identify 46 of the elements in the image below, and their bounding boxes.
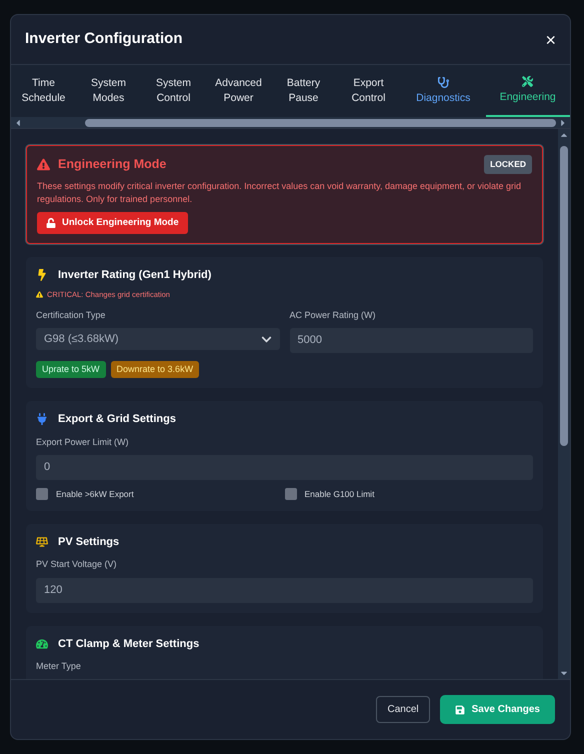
input-field[interactable]: 0 (36, 455, 533, 480)
field-label: Export Power Limit (W) (36, 436, 130, 449)
banner-message: These settings modify critical inverter configuration. Incorrect values can void warranty, damage equipment, or violate grid regulations. Only for trained personnel. (37, 180, 522, 206)
plug-icon (36, 413, 48, 426)
section-title: CT Clamp & Meter Settings (58, 636, 200, 652)
warning-icon (36, 291, 43, 298)
input-field[interactable]: 120 (36, 578, 533, 603)
tab[interactable]: Diagnostics (401, 65, 486, 117)
tab[interactable]: Battery Pause (271, 65, 336, 117)
rate-button[interactable]: Downrate to 3.6kW (110, 361, 200, 378)
chevron-down-icon (260, 334, 272, 344)
tab[interactable]: Advanced Power (206, 65, 271, 117)
tab[interactable]: System Modes (76, 65, 141, 117)
checkbox-label: Enable G100 Limit (304, 488, 374, 501)
section-title: Export & Grid Settings (58, 412, 176, 427)
stethoscope-icon (438, 76, 449, 88)
unlock-icon (46, 218, 56, 228)
vertical-scrollbar[interactable] (558, 129, 570, 679)
section-title: Inverter Rating (Gen1 Hybrid) (58, 268, 212, 283)
bolt-icon (36, 269, 48, 281)
locked-badge: LOCKED (484, 155, 532, 174)
tab[interactable]: System Control (141, 65, 206, 117)
horizontal-scrollbar[interactable] (11, 117, 570, 129)
save-icon (454, 704, 465, 714)
tab[interactable]: Export Control (336, 65, 401, 117)
solar-panel-icon (36, 536, 48, 548)
field-label: Certification Type (36, 308, 106, 322)
input-field[interactable]: 5000 (290, 328, 533, 353)
cancel-button[interactable]: Cancel (376, 696, 430, 723)
certification-select[interactable]: G98 (≤3.68kW) (36, 328, 280, 350)
gauge-icon (36, 638, 48, 650)
section-title: PV Settings (58, 534, 120, 550)
close-button[interactable]: × (545, 30, 556, 48)
unlock-button[interactable]: Unlock Engineering Mode (37, 212, 188, 234)
warning-icon (37, 158, 50, 171)
banner-title: Engineering Mode (58, 156, 166, 173)
checkbox[interactable] (284, 488, 296, 500)
field-label: AC Power Rating (W) (290, 308, 377, 322)
dialog-title: Inverter Configuration (25, 29, 183, 50)
checkbox[interactable] (36, 488, 48, 500)
tab[interactable]: Time Schedule (11, 65, 76, 117)
tools-icon (522, 76, 534, 86)
field-label: PV Start Voltage (V) (36, 558, 118, 572)
checkbox-label: Enable >6kW Export (56, 488, 134, 501)
rate-button[interactable]: Uprate to 5kW (36, 361, 106, 378)
field-label: Meter Type (36, 660, 82, 674)
